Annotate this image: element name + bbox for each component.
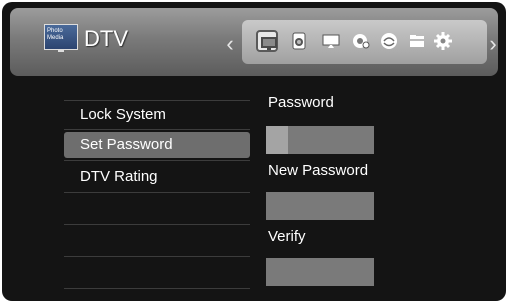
menu-item-set-password[interactable]: Set Password <box>64 132 250 158</box>
menu-divider <box>64 256 250 257</box>
menu-divider <box>64 100 250 101</box>
tv-app-icon: Photo Media <box>44 24 78 52</box>
menu-divider <box>64 224 250 225</box>
menu-icon-settings[interactable] <box>432 30 454 52</box>
menu-icon-folder[interactable] <box>406 30 428 52</box>
speaker-icon <box>292 32 306 50</box>
gear-icon <box>434 32 452 50</box>
password-label: Password <box>268 94 334 111</box>
password-field[interactable] <box>266 126 374 154</box>
nav-right-arrow-icon[interactable]: › <box>487 32 499 56</box>
menu-divider <box>64 192 250 193</box>
nav-left-arrow-icon[interactable]: ‹ <box>224 32 236 56</box>
menu-icon-network[interactable] <box>378 30 400 52</box>
dtv-setup-screen: Photo Media DTV ‹ › Lock System Set Pass… <box>2 2 506 301</box>
new-password-field[interactable] <box>266 192 374 220</box>
globe-settings-icon <box>353 34 370 49</box>
verify-field[interactable] <box>266 258 374 286</box>
menu-divider <box>64 288 250 289</box>
settings-content: Lock System Set Password DTV Rating Pass… <box>10 84 498 294</box>
menu-divider <box>64 160 250 161</box>
menu-icon-language[interactable] <box>350 30 372 52</box>
menu-icon-monitor[interactable] <box>320 30 342 52</box>
header-bar: Photo Media DTV ‹ › <box>10 8 498 76</box>
page-title: DTV <box>84 26 128 51</box>
folder-icon <box>410 35 424 47</box>
tv-stand-shape <box>58 49 64 52</box>
menu-icon-speaker[interactable] <box>288 30 310 52</box>
menu-item-dtv-rating[interactable]: DTV Rating <box>64 164 250 190</box>
input-cursor <box>266 126 288 154</box>
network-icon <box>381 33 397 49</box>
tv-icon <box>261 37 277 50</box>
monitor-icon <box>322 34 340 48</box>
verify-label: Verify <box>268 228 306 245</box>
menu-item-lock-system[interactable]: Lock System <box>64 102 250 128</box>
menu-divider <box>64 129 250 130</box>
app-icon-text: Photo Media <box>47 28 64 41</box>
menu-icon-tv[interactable] <box>256 30 278 52</box>
menu-icon-bar <box>242 20 487 64</box>
new-password-label: New Password <box>268 162 369 179</box>
